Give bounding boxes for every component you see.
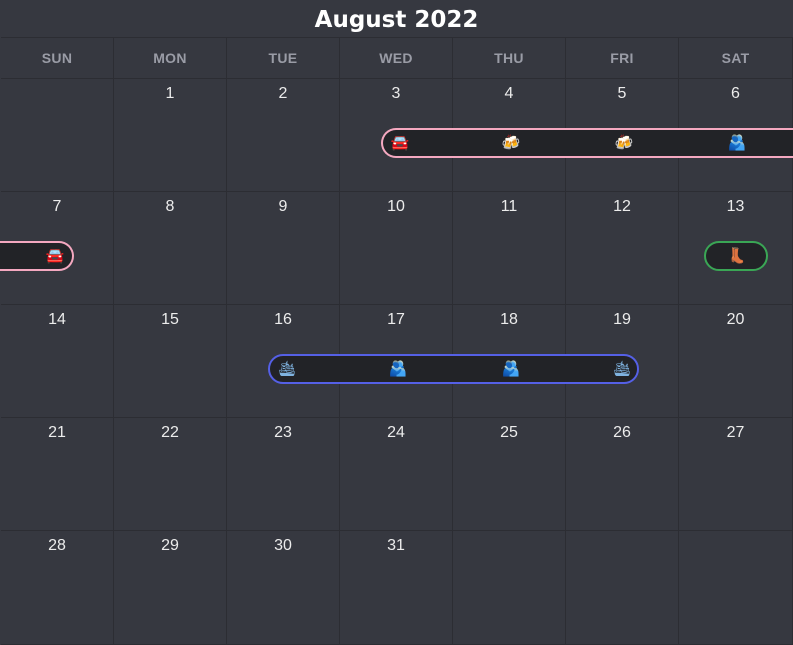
day-cell[interactable]: 11 (453, 192, 566, 305)
day-number: 20 (726, 311, 745, 328)
day-number: 12 (613, 198, 631, 215)
day-number: 15 (161, 311, 179, 328)
empty-day-cell (566, 531, 679, 645)
hug-icon: 🫂 (388, 359, 408, 378)
day-number: 5 (617, 85, 627, 102)
weekday-tue: TUE (227, 38, 340, 79)
day-cell[interactable]: 28 (1, 531, 114, 645)
day-cell[interactable]: 10 (340, 192, 453, 305)
day-number: 11 (500, 198, 518, 215)
day-cell[interactable]: 9 (227, 192, 340, 305)
weekday-sun: SUN (1, 38, 114, 79)
day-number: 1 (165, 85, 175, 102)
day-number: 4 (504, 85, 514, 102)
weekday-sat: SAT (679, 38, 793, 79)
car-icon: 🚘 (45, 246, 65, 265)
day-number: 8 (165, 198, 175, 215)
ship-icon: 🛳 (612, 359, 632, 378)
day-cell[interactable]: 25 (453, 418, 566, 531)
day-number: 25 (500, 424, 518, 441)
day-cell[interactable]: 15 (114, 305, 227, 418)
day-cell[interactable]: 30 (227, 531, 340, 645)
empty-day-cell (679, 531, 793, 645)
day-cell[interactable]: 24 (340, 418, 453, 531)
day-number: 3 (391, 85, 401, 102)
beer-icon: 🍻 (501, 133, 521, 152)
day-cell[interactable]: 23 (227, 418, 340, 531)
day-number: 23 (274, 424, 292, 441)
day-number: 13 (726, 198, 745, 215)
day-cell[interactable]: 20 (679, 305, 793, 418)
car-icon: 🚘 (390, 133, 410, 152)
month-title: August 2022 (314, 7, 479, 33)
event-cruise[interactable]: 🛳 🫂 🫂 🛳 (268, 354, 639, 384)
day-cell[interactable]: 29 (114, 531, 227, 645)
day-number: 24 (387, 424, 405, 441)
day-number: 6 (731, 85, 740, 102)
empty-day-cell (453, 531, 566, 645)
day-cell[interactable]: 26 (566, 418, 679, 531)
day-cell[interactable]: 22 (114, 418, 227, 531)
day-cell[interactable]: 14 (1, 305, 114, 418)
day-cell[interactable]: 12 (566, 192, 679, 305)
ship-icon: 🛳 (277, 359, 297, 378)
event-hike[interactable]: 👢 (704, 241, 768, 271)
day-cell[interactable]: 31 (340, 531, 453, 645)
weekday-wed: WED (340, 38, 453, 79)
day-number: 9 (278, 198, 288, 215)
day-number: 19 (613, 311, 631, 328)
day-cell[interactable]: 2 (227, 79, 340, 192)
beer-icon: 🍻 (614, 133, 634, 152)
weekday-mon: MON (114, 38, 227, 79)
day-number: 22 (161, 424, 179, 441)
day-cell[interactable]: 21 (1, 418, 114, 531)
event-trip-week2[interactable]: 🚘 (0, 241, 74, 271)
day-cell[interactable]: 8 (114, 192, 227, 305)
day-number: 16 (274, 311, 292, 328)
day-number: 21 (48, 424, 66, 441)
day-number: 7 (52, 198, 62, 215)
day-cell[interactable]: 1 (114, 79, 227, 192)
day-cell[interactable]: 27 (679, 418, 793, 531)
day-number: 18 (500, 311, 518, 328)
day-number: 28 (48, 537, 66, 554)
boot-icon: 👢 (727, 246, 747, 265)
day-number: 29 (161, 537, 179, 554)
weekday-fri: FRI (566, 38, 679, 79)
day-number: 31 (387, 537, 405, 554)
day-number: 27 (726, 424, 745, 441)
empty-day-cell (1, 79, 114, 192)
day-number: 30 (274, 537, 292, 554)
hug-icon: 🫂 (727, 133, 747, 152)
weekday-thu: THU (453, 38, 566, 79)
day-number: 26 (613, 424, 631, 441)
event-trip-week1[interactable]: 🚘 🍻 🍻 🫂 (381, 128, 793, 158)
hug-icon: 🫂 (501, 359, 521, 378)
day-number: 17 (387, 311, 405, 328)
day-number: 10 (387, 198, 405, 215)
day-number: 14 (48, 311, 66, 328)
day-number: 2 (278, 85, 288, 102)
